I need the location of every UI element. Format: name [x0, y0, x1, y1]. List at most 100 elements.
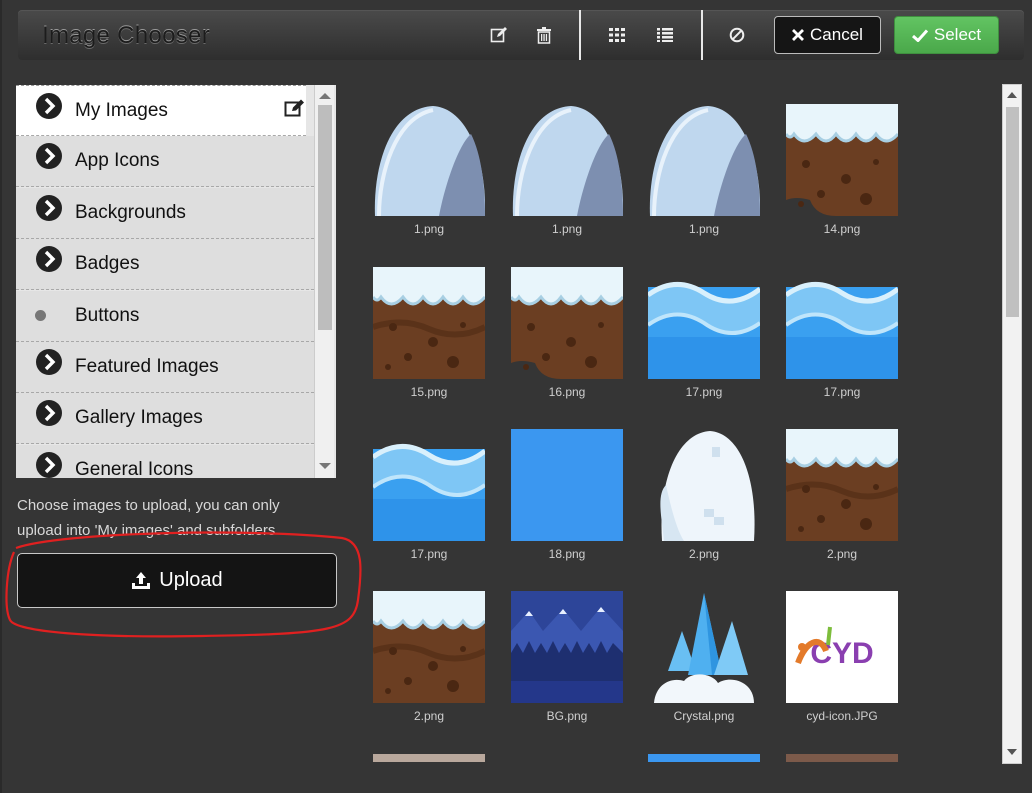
chevron-right-circle-icon — [36, 349, 62, 375]
image-thumbnail — [648, 591, 760, 703]
image-thumbnail — [786, 754, 898, 762]
list-view-button[interactable] — [652, 22, 678, 48]
image-thumbnail — [648, 104, 760, 216]
folder-item[interactable]: Backgrounds — [16, 187, 314, 239]
image-filename: BG.png — [546, 709, 588, 723]
scrollbar-thumb[interactable] — [318, 105, 332, 330]
image-tile[interactable]: 2.png — [373, 591, 485, 725]
image-thumbnail — [373, 591, 485, 703]
image-filename: 17.png — [410, 547, 448, 561]
scrollbar-thumb[interactable] — [1006, 107, 1019, 317]
chevron-right-circle-icon — [36, 451, 62, 478]
image-thumbnail — [511, 591, 623, 703]
image-thumbnail — [511, 267, 623, 379]
image-tile[interactable]: 17.png — [373, 429, 485, 563]
image-thumbnail — [511, 104, 623, 216]
image-tile[interactable]: 14.png — [786, 104, 898, 238]
dialog-header: Image Chooser Cancel Select — [18, 10, 1024, 60]
image-filename: cyd-icon.JPG — [806, 709, 878, 723]
image-thumbnail — [648, 267, 760, 379]
folder-item[interactable]: Gallery Images — [16, 393, 314, 445]
image-tile[interactable]: 1.png — [648, 104, 760, 238]
image-filename: 14.png — [823, 222, 861, 236]
folder-label: General Icons — [75, 458, 194, 478]
image-tile[interactable]: 17.png — [648, 267, 760, 401]
folder-item[interactable]: Featured Images — [16, 342, 314, 393]
folder-list-scrollbar[interactable] — [314, 85, 334, 478]
image-tile[interactable]: 1.png — [511, 104, 623, 238]
image-filename: 2.png — [826, 547, 858, 561]
image-thumbnail — [786, 104, 898, 216]
upload-icon — [132, 571, 151, 589]
image-tile[interactable] — [373, 754, 485, 762]
image-thumbnail — [511, 429, 623, 541]
folder-item[interactable]: Badges — [16, 239, 314, 291]
grid-icon — [609, 28, 625, 42]
image-thumbnail — [373, 104, 485, 216]
image-thumbnail — [373, 267, 485, 379]
image-tile[interactable]: BG.png — [511, 591, 623, 725]
select-button[interactable]: Select — [894, 16, 999, 54]
folder-label: Featured Images — [75, 356, 219, 377]
image-tile[interactable]: CYD cyd-icon.JPG — [786, 591, 898, 725]
folder-label: Buttons — [75, 304, 140, 326]
image-filename: 2.png — [688, 547, 720, 561]
image-thumbnail: CYD — [786, 591, 898, 703]
chevron-right-circle-icon — [36, 143, 62, 170]
check-icon — [911, 28, 928, 42]
trash-icon — [537, 26, 551, 44]
toolbar-divider — [701, 10, 703, 60]
image-thumbnail — [373, 754, 485, 762]
scroll-down-arrow[interactable] — [1007, 749, 1017, 755]
folder-label: Gallery Images — [75, 407, 203, 429]
image-tile[interactable]: 16.png — [511, 267, 623, 401]
cancel-label: Cancel — [810, 25, 863, 44]
image-tile[interactable]: 2.png — [648, 429, 760, 563]
image-tile[interactable] — [648, 754, 760, 762]
image-thumbnail — [373, 429, 485, 541]
edit-folder-icon[interactable] — [284, 98, 306, 118]
rename-button[interactable] — [486, 22, 512, 48]
image-chooser-dialog: Image Chooser Cancel Select My Images Ap… — [0, 0, 1032, 793]
folder-item[interactable]: General Icons — [16, 444, 314, 478]
close-icon — [792, 29, 805, 41]
image-filename: 15.png — [410, 385, 448, 399]
folder-list: My Images App Icons Backgrounds Badges Butto… — [16, 85, 336, 478]
image-tile[interactable] — [786, 754, 898, 762]
image-grid-scrollbar[interactable] — [1002, 84, 1022, 764]
chevron-right-circle-icon — [36, 194, 62, 221]
image-thumbnail — [648, 754, 760, 762]
grid-view-button[interactable] — [604, 22, 630, 48]
image-tile[interactable]: 1.png — [373, 104, 485, 238]
scroll-up-arrow[interactable] — [1007, 92, 1017, 98]
image-tile[interactable]: 15.png — [373, 267, 485, 401]
image-filename: Crystal.png — [673, 709, 735, 723]
image-tile[interactable]: 17.png — [786, 267, 898, 401]
image-thumbnail — [786, 267, 898, 379]
toolbar-divider — [579, 10, 581, 60]
folder-label: App Icons — [75, 150, 160, 172]
image-tile[interactable]: 2.png — [786, 429, 898, 563]
chevron-right-circle-icon — [36, 93, 62, 119]
cancel-button[interactable]: Cancel — [774, 16, 881, 54]
image-filename: 16.png — [548, 385, 586, 399]
image-tile[interactable]: Crystal.png — [648, 591, 760, 725]
dialog-title: Image Chooser — [42, 22, 210, 49]
image-filename: 17.png — [685, 385, 723, 399]
folder-item[interactable]: My Images — [16, 85, 306, 136]
image-tile[interactable]: 18.png — [511, 429, 623, 563]
folder-label: My Images — [75, 100, 168, 121]
chevron-right-circle-icon — [36, 246, 62, 273]
delete-button[interactable] — [531, 22, 557, 48]
folder-item[interactable]: App Icons — [16, 136, 314, 188]
clear-selection-button[interactable] — [724, 22, 750, 48]
upload-button[interactable]: Upload — [17, 553, 337, 608]
image-filename: 17.png — [823, 385, 861, 399]
scroll-up-arrow[interactable] — [319, 93, 331, 99]
folder-label: Badges — [75, 253, 140, 275]
dot-icon — [35, 309, 46, 321]
image-thumbnail — [786, 429, 898, 541]
folder-item[interactable]: Buttons — [16, 290, 314, 342]
image-filename: 1.png — [413, 222, 445, 236]
scroll-down-arrow[interactable] — [319, 463, 331, 469]
